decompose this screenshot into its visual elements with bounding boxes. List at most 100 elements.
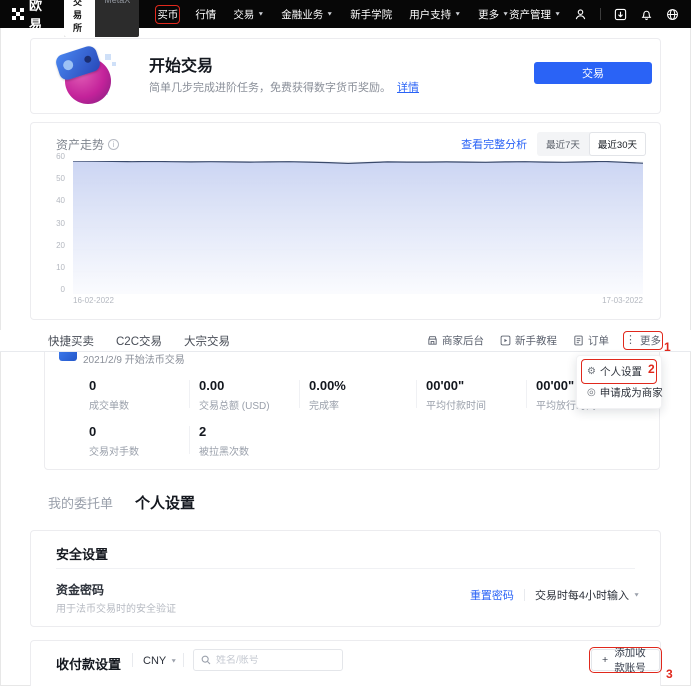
divider	[524, 589, 525, 601]
tab-personal-settings[interactable]: 个人设置	[135, 492, 195, 513]
chart-y-axis-labels: 0102030405060	[43, 156, 69, 289]
navbar-right: 资产管理▼	[509, 7, 679, 22]
y-tick-label: 60	[56, 152, 65, 161]
security-settings-title: 安全设置	[56, 544, 108, 563]
chevron-down-icon: ▼	[257, 11, 264, 17]
range-7d[interactable]: 最近7天	[537, 132, 589, 156]
reset-password-link[interactable]: 重置密码	[470, 587, 514, 603]
divider	[56, 568, 635, 569]
section-tabs: 我的委托单 个人设置	[48, 492, 195, 513]
security-settings-card: 安全设置 资金密码 用于法币交易时的安全验证 重置密码 交易时每4小时输入▼	[30, 530, 661, 627]
full-analysis-link[interactable]: 查看完整分析	[461, 136, 527, 152]
fund-password-label: 资金密码	[56, 581, 104, 598]
trading-since-text: 2021/2/9 开始法币交易	[83, 351, 185, 366]
menu-trade[interactable]: 交易▼	[233, 7, 264, 22]
range-segmented-control: 最近7天 最近30天	[537, 132, 646, 156]
dropdown-item-personal-settings[interactable]: ⚙ 个人设置	[583, 361, 655, 382]
annotation-2: 2	[648, 362, 655, 376]
tab-express-trade[interactable]: 快捷买卖	[48, 333, 94, 349]
stat-completion-rate: 0.00%完成率	[309, 378, 415, 412]
tutorial-icon	[500, 335, 511, 346]
chevron-down-icon: ▼	[454, 11, 461, 17]
brand-logo[interactable]: 欧易	[12, 0, 50, 33]
asset-trend-title: 资产走势i	[56, 136, 119, 153]
menu-support[interactable]: 用户支持▼	[409, 7, 461, 22]
payment-search-input[interactable]	[216, 655, 326, 666]
details-link[interactable]: 详情	[397, 82, 419, 94]
currency-select[interactable]: CNY▼	[143, 655, 177, 667]
annotation-1: 1	[664, 340, 671, 354]
gear-icon: ⚙	[587, 366, 596, 377]
start-trading-card: 开始交易 简单几步完成进阶任务，免费获得数字货币奖励。详情 交易	[30, 38, 661, 114]
hero-subtitle: 简单几步完成进阶任务，免费获得数字货币奖励。详情	[149, 79, 419, 95]
stat-avg-payment-time: 00'00"平均付款时间	[426, 378, 532, 412]
merchant-stats-card: 2021/2/9 开始法币交易 0成交单数 0.00交易总额 (USD) 0.0…	[44, 341, 660, 470]
y-tick-label: 50	[56, 174, 65, 183]
chevron-down-icon: ▼	[633, 592, 640, 598]
annotation-3: 3	[666, 667, 673, 681]
range-30d[interactable]: 最近30天	[589, 132, 646, 156]
asset-trend-card: 资产走势i 查看完整分析 最近7天 最近30天 0102030405060 16…	[30, 122, 661, 320]
assets-menu[interactable]: 资产管理▼	[509, 7, 561, 22]
chevron-down-icon: ▼	[502, 11, 509, 17]
stat-blacklisted-times: 2被拉黑次数	[199, 424, 305, 458]
exchange-metax-toggle[interactable]: 交易所 MetaX	[64, 0, 139, 37]
asset-chart-svg	[73, 161, 643, 294]
chevron-down-icon: ▼	[554, 11, 561, 17]
bell-icon[interactable]	[640, 8, 653, 21]
trade-tab-bar: 快捷买卖 C2C交易 大宗交易 商家后台 新手教程 订单 ⋮ 更多	[0, 330, 691, 352]
payment-settings-title: 收付款设置	[56, 654, 121, 673]
okx-logo-icon	[12, 8, 24, 20]
password-frequency-select[interactable]: 交易时每4小时输入▼	[535, 587, 640, 603]
divider	[132, 653, 133, 667]
tab-block-trade[interactable]: 大宗交易	[184, 333, 230, 349]
mascot-illustration	[55, 46, 117, 108]
download-icon[interactable]	[614, 8, 627, 21]
trade-button[interactable]: 交易	[534, 62, 652, 84]
plus-icon: +	[602, 654, 608, 666]
merchant-console-action[interactable]: 商家后台	[427, 333, 484, 348]
x-end-label: 17-03-2022	[602, 296, 643, 305]
beginner-tutorial-action[interactable]: 新手教程	[500, 333, 557, 348]
more-icon: ⋮	[625, 336, 636, 345]
payment-settings-card: 收付款设置 CNY▼ + 添加收款账号 3	[30, 640, 661, 686]
divider	[183, 653, 184, 667]
chevron-down-icon: ▼	[170, 658, 177, 664]
menu-academy[interactable]: 新手学院	[350, 7, 392, 22]
order-icon	[573, 335, 584, 346]
menu-finance[interactable]: 金融业务▼	[281, 7, 333, 22]
storefront-icon	[427, 335, 438, 346]
menu-more[interactable]: 更多▼	[478, 7, 509, 22]
y-tick-label: 0	[61, 285, 65, 294]
search-icon	[201, 655, 211, 665]
toggle-exchange[interactable]: 交易所	[64, 0, 95, 37]
menu-markets[interactable]: 行情	[195, 7, 216, 22]
stat-completed-orders: 0成交单数	[89, 378, 195, 412]
asset-chart-plot	[73, 161, 643, 294]
user-icon[interactable]	[574, 8, 587, 21]
y-tick-label: 20	[56, 241, 65, 250]
top-navbar: 欧易 交易所 MetaX 买币 行情 交易▼ 金融业务▼ 新手学院 用户支持▼ …	[0, 0, 691, 28]
more-action[interactable]: ⋮ 更多	[625, 333, 661, 348]
toggle-metax[interactable]: MetaX	[95, 0, 139, 37]
orders-action[interactable]: 订单	[573, 333, 609, 348]
stat-total-volume: 0.00交易总额 (USD)	[199, 378, 305, 412]
fund-password-desc: 用于法币交易时的安全验证	[56, 600, 176, 615]
dropdown-item-become-merchant[interactable]: ◎ 申请成为商家	[583, 382, 655, 403]
chart-x-axis-labels: 16-02-2022 17-03-2022	[73, 296, 643, 308]
info-icon[interactable]: i	[108, 139, 119, 150]
tab-my-orders[interactable]: 我的委托单	[48, 493, 113, 512]
add-payment-account-button[interactable]: + 添加收款账号	[591, 649, 660, 671]
brand-name: 欧易	[29, 0, 50, 33]
payment-search-box[interactable]	[193, 649, 343, 671]
hero-title: 开始交易	[149, 52, 213, 76]
y-tick-label: 10	[56, 263, 65, 272]
globe-icon[interactable]	[666, 8, 679, 21]
y-tick-label: 40	[56, 196, 65, 205]
x-start-label: 16-02-2022	[73, 296, 114, 305]
chevron-down-icon: ▼	[326, 11, 333, 17]
main-menu: 买币 行情 交易▼ 金融业务▼ 新手学院 用户支持▼ 更多▼	[157, 7, 509, 22]
menu-buy-crypto[interactable]: 买币	[157, 7, 178, 22]
tab-c2c-trade[interactable]: C2C交易	[116, 333, 162, 349]
merchant-icon: ◎	[587, 387, 596, 398]
